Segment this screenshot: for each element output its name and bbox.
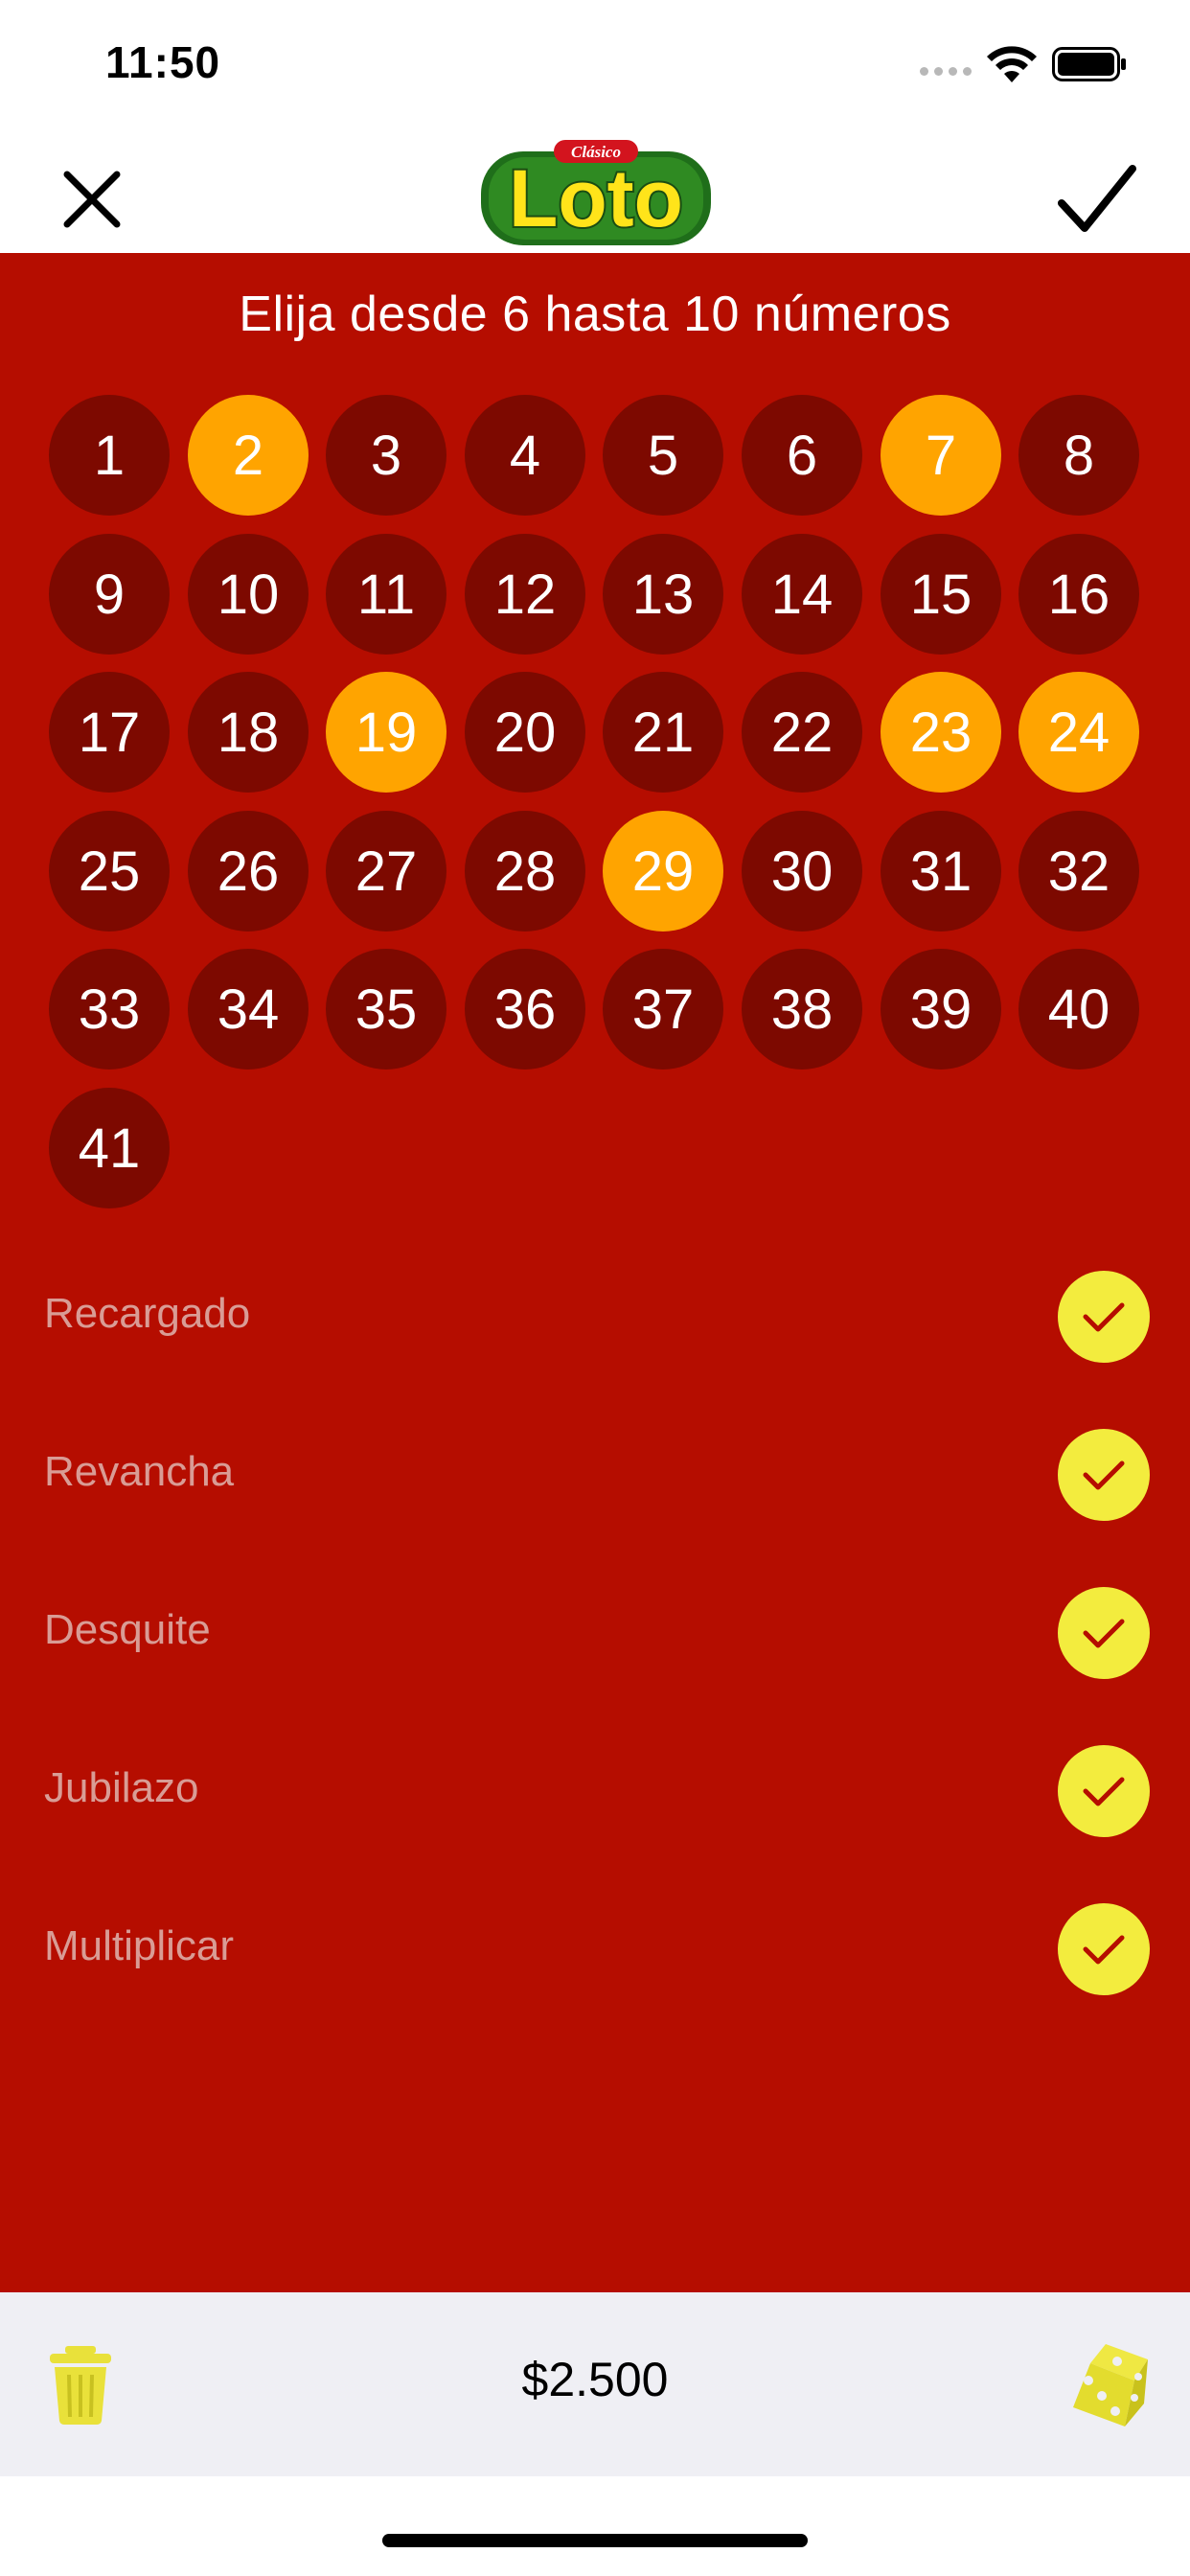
number-ball-3[interactable]: 3 (326, 395, 446, 516)
option-checkbox-revancha[interactable] (1058, 1429, 1150, 1521)
checkmark-icon (1083, 1302, 1125, 1332)
svg-text:Loto: Loto (509, 153, 683, 243)
instruction-text: Elija desde 6 hasta 10 números (239, 287, 951, 342)
checkmark-icon (1083, 1460, 1125, 1490)
number-ball-41[interactable]: 41 (49, 1088, 170, 1208)
number-ball-10[interactable]: 10 (188, 534, 309, 655)
number-grid: 1 2 3 4 5 6 7 8 9 10 11 12 13 14 15 16 17 18 19 20 21 22 23 24 2… (49, 395, 1141, 1209)
wifi-icon (987, 46, 1037, 82)
number-ball-14[interactable]: 14 (742, 534, 862, 655)
option-label: Multiplicar (44, 1922, 235, 1969)
number-ball-9[interactable]: 9 (49, 534, 170, 655)
option-row-multiplicar: Multiplicar (0, 1882, 1190, 2016)
number-ball-12[interactable]: 12 (465, 534, 585, 655)
option-checkbox-jubilazo[interactable] (1058, 1745, 1150, 1837)
number-ball-4[interactable]: 4 (465, 395, 585, 516)
number-ball-2[interactable]: 2 (188, 395, 309, 516)
option-row-revancha: Revancha (0, 1408, 1190, 1542)
number-ball-11[interactable]: 11 (326, 534, 446, 655)
option-label: Revancha (44, 1448, 235, 1495)
number-ball-32[interactable]: 32 (1018, 811, 1139, 932)
close-icon[interactable] (57, 165, 126, 234)
option-checkbox-multiplicar[interactable] (1058, 1903, 1150, 1995)
option-label: Desquite (44, 1606, 211, 1653)
number-ball-20[interactable]: 20 (465, 672, 585, 793)
number-ball-21[interactable]: 21 (603, 672, 723, 793)
option-row-jubilazo: Jubilazo (0, 1724, 1190, 1858)
number-ball-19[interactable]: 19 (326, 672, 446, 793)
loto-logo: Loto Clásico (481, 140, 711, 245)
cellular-signal-icon (920, 67, 972, 76)
number-ball-25[interactable]: 25 (49, 811, 170, 932)
option-checkbox-desquite[interactable] (1058, 1587, 1150, 1679)
number-ball-13[interactable]: 13 (603, 534, 723, 655)
option-row-desquite: Desquite (0, 1566, 1190, 1700)
number-ball-37[interactable]: 37 (603, 949, 723, 1070)
number-ball-6[interactable]: 6 (742, 395, 862, 516)
option-label: Jubilazo (44, 1764, 199, 1811)
number-ball-34[interactable]: 34 (188, 949, 309, 1070)
number-ball-15[interactable]: 15 (881, 534, 1001, 655)
number-ball-27[interactable]: 27 (326, 811, 446, 932)
number-ball-36[interactable]: 36 (465, 949, 585, 1070)
number-ball-33[interactable]: 33 (49, 949, 170, 1070)
number-ball-5[interactable]: 5 (603, 395, 723, 516)
number-ball-7[interactable]: 7 (881, 395, 1001, 516)
number-ball-28[interactable]: 28 (465, 811, 585, 932)
number-ball-29[interactable]: 29 (603, 811, 723, 932)
option-row-recargado: Recargado (0, 1250, 1190, 1384)
option-checkbox-recargado[interactable] (1058, 1271, 1150, 1363)
checkmark-icon (1083, 1935, 1125, 1965)
number-ball-18[interactable]: 18 (188, 672, 309, 793)
number-ball-16[interactable]: 16 (1018, 534, 1139, 655)
number-ball-30[interactable]: 30 (742, 811, 862, 932)
number-ball-17[interactable]: 17 (49, 672, 170, 793)
number-ball-24[interactable]: 24 (1018, 672, 1139, 793)
checkmark-icon (1083, 1777, 1125, 1806)
number-ball-8[interactable]: 8 (1018, 395, 1139, 516)
nav-bar: Loto Clásico (0, 126, 1190, 253)
number-selection-panel: Elija desde 6 hasta 10 números 123456789… (0, 253, 1190, 2292)
checkmark-icon (1083, 1619, 1125, 1648)
svg-text:Clásico: Clásico (571, 143, 621, 161)
number-ball-1[interactable]: 1 (49, 395, 170, 516)
status-time: 11:50 (105, 37, 221, 87)
option-label: Recargado (44, 1290, 251, 1337)
number-ball-31[interactable]: 31 (881, 811, 1001, 932)
dice-icon[interactable] (1067, 2342, 1150, 2428)
number-ball-35[interactable]: 35 (326, 949, 446, 1070)
bottom-toolbar: $2.500 (0, 2292, 1190, 2476)
battery-icon (1052, 47, 1126, 81)
home-indicator[interactable] (382, 2534, 808, 2547)
number-ball-38[interactable]: 38 (742, 949, 862, 1070)
status-bar: 11:50 (0, 0, 1190, 126)
number-ball-22[interactable]: 22 (742, 672, 862, 793)
number-ball-26[interactable]: 26 (188, 811, 309, 932)
total-price: $2.500 (521, 2353, 669, 2406)
number-ball-39[interactable]: 39 (881, 949, 1001, 1070)
checkmark-icon[interactable] (1056, 161, 1138, 238)
number-ball-40[interactable]: 40 (1018, 949, 1139, 1070)
number-ball-23[interactable]: 23 (881, 672, 1001, 793)
home-indicator-area (0, 2476, 1190, 2576)
